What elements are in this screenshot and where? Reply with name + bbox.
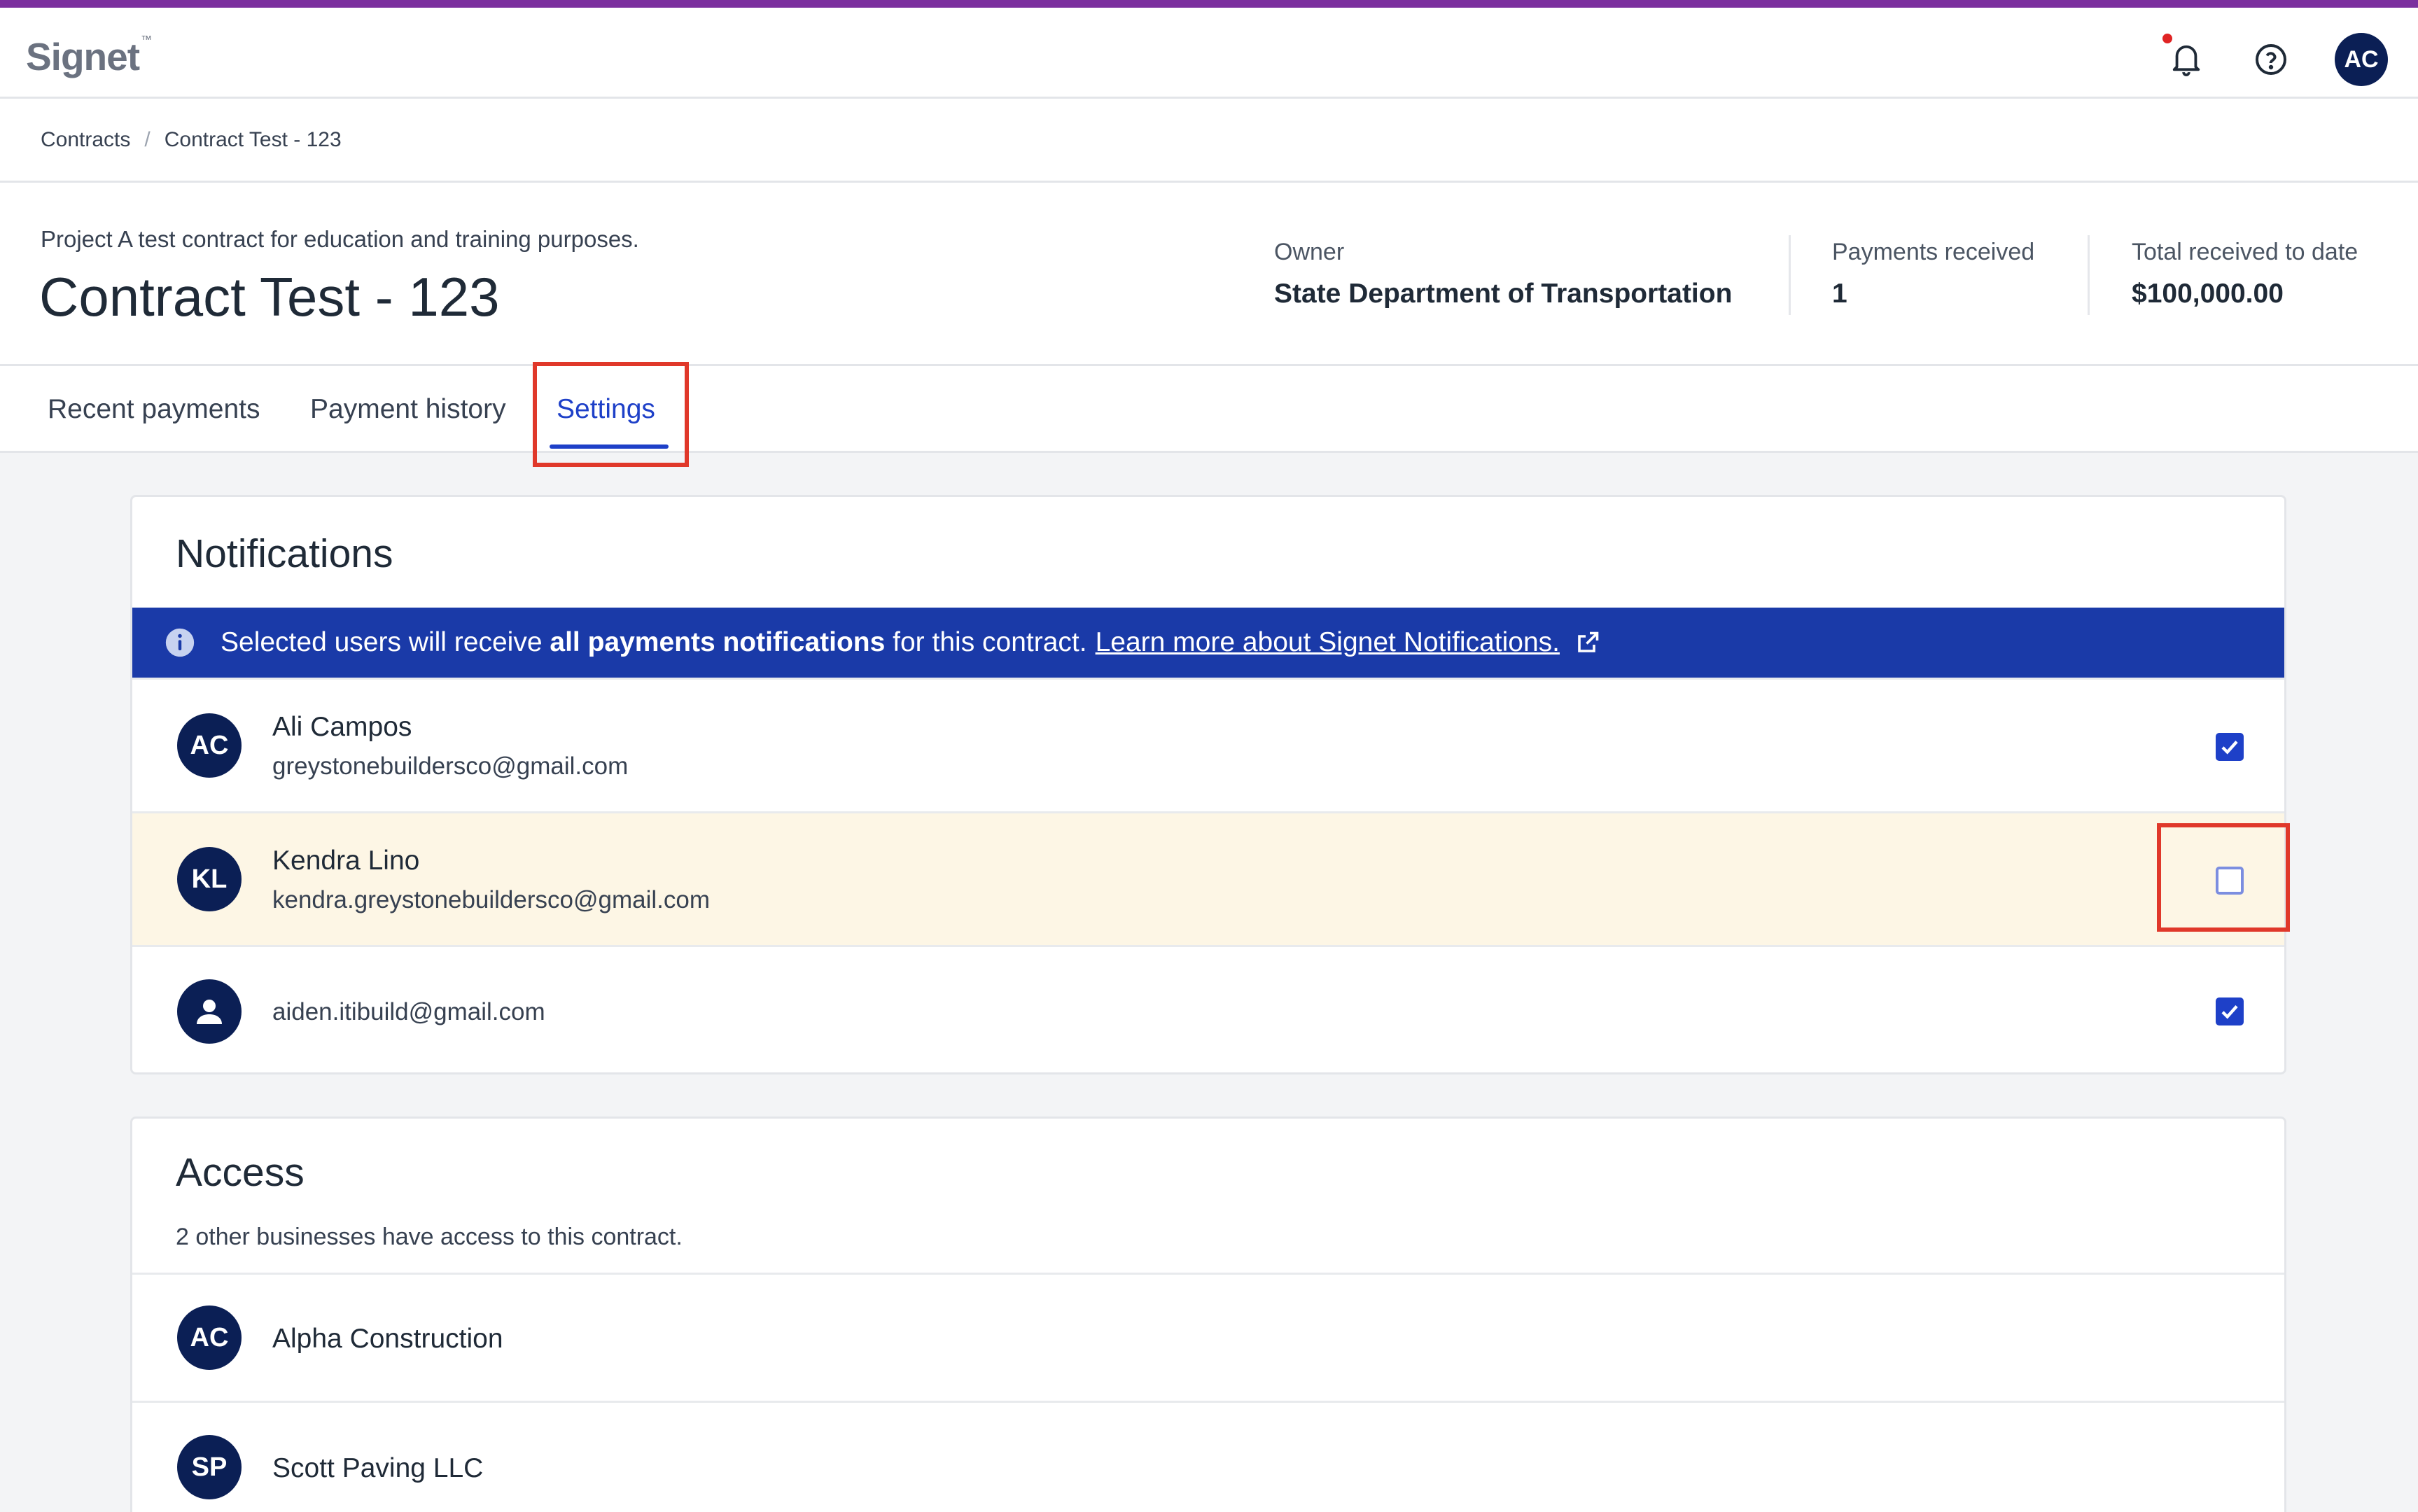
user-name: Ali Campos [272,712,412,742]
user-name: Kendra Lino [272,846,420,876]
info-icon [165,628,195,657]
check-icon [2221,741,2238,755]
user-email: aiden.itibuild@gmail.com [272,998,545,1026]
notification-user-row: AC Ali Campos greystonebuildersco@gmail.… [132,678,2284,811]
breadcrumb-bar: Contracts / Contract Test - 123 [0,99,2418,183]
user-email: greystonebuildersco@gmail.com [272,752,629,780]
total-stat: Total received to date $100,000.00 [2132,239,2358,309]
top-accent-stripe [0,0,2418,8]
user-avatar-ac: AC [177,713,242,778]
settings-tab-highlight [533,362,689,467]
help-circle-icon[interactable] [2254,43,2288,76]
payments-stat: Payments received 1 [1832,239,2034,309]
owner-label: Owner [1274,239,1345,265]
contract-description: Project A test contract for education an… [41,226,639,252]
learn-more-link[interactable]: Learn more about Signet Notifications. [1096,627,1560,658]
banner-text-suffix: for this contract. [893,627,1087,657]
access-card: Access 2 other businesses have access to… [130,1116,2286,1512]
business-name: Scott Paving LLC [272,1453,484,1483]
checkbox-highlight [2157,823,2290,932]
breadcrumb-separator: / [144,128,151,151]
tab-recent-payments[interactable]: Recent payments [48,394,260,425]
tab-payment-history[interactable]: Payment history [310,394,506,425]
page-title: Contract Test - 123 [39,266,500,328]
owner-value: State Department of Transportation [1274,279,1733,309]
notify-checkbox-checked[interactable] [2216,733,2244,761]
user-email: kendra.greystonebuildersco@gmail.com [272,886,710,913]
user-avatar[interactable]: AC [2335,33,2388,86]
banner-text-bold: all payments notifications [550,627,886,657]
bell-icon[interactable] [2170,40,2202,78]
signet-logo[interactable]: Signet ™ [26,34,152,79]
notification-user-row: KL Kendra Lino kendra.greystonebuildersc… [132,811,2284,945]
person-icon [177,979,242,1044]
banner-text-prefix: Selected users will receive [221,627,543,657]
owner-stat: Owner State Department of Transportation [1274,239,1732,309]
contract-header: Project A test contract for education an… [0,183,2418,366]
user-avatar-kl: KL [177,847,242,911]
access-subtitle: 2 other businesses have access to this c… [176,1224,683,1250]
info-banner: Selected users will receive all payments… [132,608,2284,678]
check-icon [2221,1005,2238,1019]
payments-value: 1 [1832,279,1847,309]
business-row: AC Alpha Construction [132,1273,2284,1401]
breadcrumb: Contracts / Contract Test - 123 [41,128,342,152]
stat-divider [2088,235,2090,315]
total-value: $100,000.00 [2132,279,2284,309]
business-row: SP Scott Paving LLC [132,1401,2284,1512]
business-avatar-sp: SP [177,1435,242,1499]
notifications-title: Notifications [176,531,393,576]
notifications-card: Notifications Selected users will receiv… [130,495,2286,1074]
access-title: Access [176,1150,305,1195]
external-link-icon[interactable] [1575,630,1600,655]
top-navigation-bar: Signet ™ AC [0,8,2418,99]
payments-label: Payments received [1832,239,2035,265]
business-name: Alpha Construction [272,1324,503,1354]
business-avatar-ac: AC [177,1306,242,1370]
notification-user-row: aiden.itibuild@gmail.com [132,945,2284,1072]
stat-divider [1789,235,1791,315]
notify-checkbox-checked[interactable] [2216,997,2244,1026]
breadcrumb-current: Contract Test - 123 [164,128,342,151]
breadcrumb-contracts[interactable]: Contracts [41,128,130,152]
tab-bar: Recent payments Payment history Settings [0,366,2418,453]
total-label: Total received to date [2132,239,2358,265]
